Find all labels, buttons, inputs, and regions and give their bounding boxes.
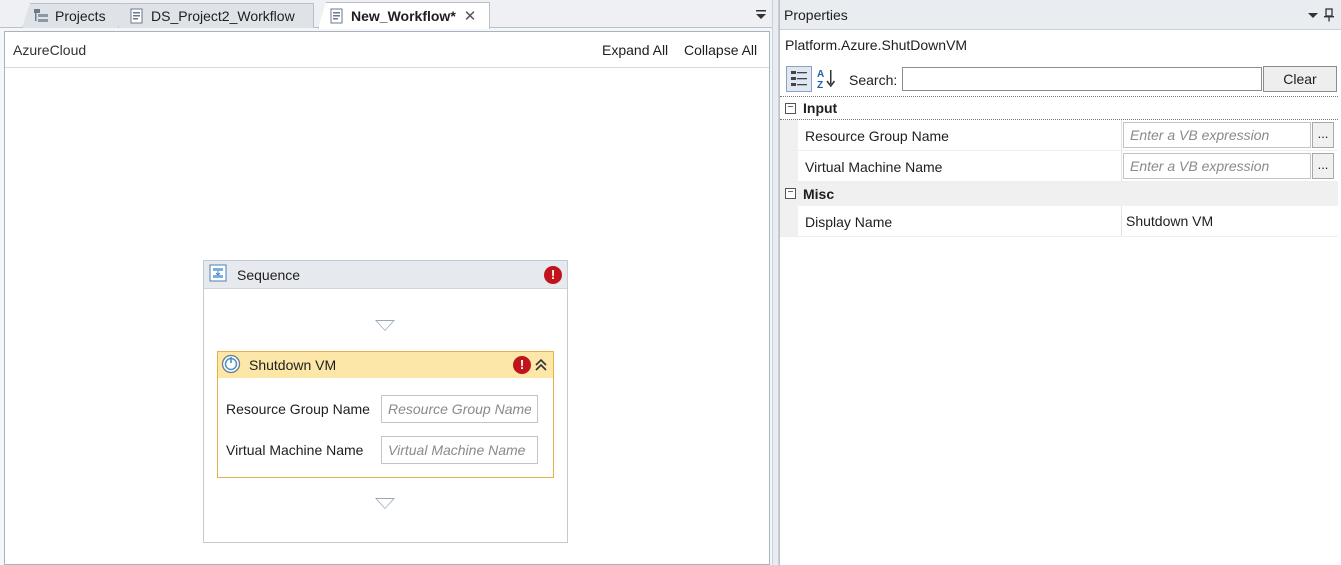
resource-group-input[interactable]: [381, 395, 538, 423]
svg-text:A: A: [817, 69, 824, 80]
shutdown-vm-activity[interactable]: Shutdown VM ! Resource Group Name Virtua…: [217, 351, 554, 478]
virtual-machine-label: Virtual Machine Name: [226, 442, 364, 458]
search-input[interactable]: [902, 67, 1262, 91]
virtual-machine-expression-input[interactable]: [1123, 153, 1311, 179]
tab-label: DS_Project2_Workflow: [151, 8, 295, 24]
sequence-icon: [209, 264, 227, 285]
property-name: Display Name: [805, 214, 893, 230]
tab-label: Projects: [55, 8, 106, 24]
search-label: Search:: [849, 72, 898, 88]
collapse-minus-icon[interactable]: −: [785, 188, 796, 199]
property-name: Resource Group Name: [805, 128, 949, 144]
close-icon[interactable]: ✕: [464, 7, 477, 25]
category-misc[interactable]: − Misc: [780, 182, 1338, 206]
sequence-title: Sequence: [237, 266, 301, 283]
document-tabstrip: Projects DS_Project2_Workflow New_Workfl…: [0, 0, 775, 29]
resource-group-label: Resource Group Name: [226, 401, 370, 417]
power-icon: [221, 354, 241, 377]
pane-splitter[interactable]: [772, 0, 779, 565]
error-icon[interactable]: !: [544, 266, 562, 284]
property-grid: − Input Resource Group Name ... Virtual …: [780, 96, 1338, 237]
drop-target-arrow-icon[interactable]: [375, 320, 395, 331]
tab-overflow-menu-icon[interactable]: [754, 7, 768, 21]
expression-editor-button[interactable]: ...: [1312, 153, 1334, 179]
category-label: Input: [803, 100, 838, 116]
collapse-minus-icon[interactable]: −: [785, 103, 796, 114]
resource-group-expression-input[interactable]: [1123, 122, 1311, 148]
properties-title: Properties: [784, 7, 848, 23]
activity-title: Shutdown VM: [249, 357, 337, 373]
svg-text:Z: Z: [817, 80, 823, 90]
sequence-activity[interactable]: Sequence ! Shutdown VM ! Resource Group …: [203, 260, 568, 543]
properties-toolbar: AZ Search: Clear: [784, 65, 1338, 93]
category-label: Misc: [803, 186, 835, 202]
property-row-resource-group: Resource Group Name ...: [780, 120, 1338, 151]
error-icon[interactable]: !: [513, 356, 531, 374]
selected-activity-type: Platform.Azure.ShutDownVM: [785, 37, 968, 53]
virtual-machine-row: Virtual Machine Name: [226, 436, 546, 464]
property-row-virtual-machine: Virtual Machine Name ...: [780, 151, 1338, 182]
drop-target-arrow-icon[interactable]: [375, 498, 395, 509]
display-name-value[interactable]: Shutdown VM: [1126, 213, 1213, 229]
properties-pane: Properties Platform.Azure.ShutDownVM AZ …: [779, 0, 1341, 565]
pin-icon[interactable]: [1323, 8, 1335, 22]
collapse-all-button[interactable]: Collapse All: [684, 42, 757, 58]
workflow-doc-icon: [129, 8, 145, 24]
alphabetical-sort-icon[interactable]: AZ: [814, 66, 840, 92]
tab-projects[interactable]: Projects: [22, 3, 126, 28]
collapse-chevron-up-icon[interactable]: [534, 357, 548, 376]
designer-toolbar: AzureCloud Expand All Collapse All: [5, 32, 769, 68]
property-name: Virtual Machine Name: [805, 159, 943, 175]
properties-titlebar: Properties: [780, 0, 1341, 30]
expand-all-button[interactable]: Expand All: [602, 42, 668, 58]
property-row-display-name: Display Name Shutdown VM: [780, 206, 1338, 237]
resource-group-row: Resource Group Name: [226, 395, 546, 423]
workflow-doc-icon: [329, 8, 345, 24]
workflow-designer-window: Projects DS_Project2_Workflow New_Workfl…: [0, 0, 1341, 565]
clear-button[interactable]: Clear: [1263, 66, 1337, 92]
activity-header: Shutdown VM !: [218, 352, 553, 378]
dropdown-arrow-icon[interactable]: [1307, 8, 1319, 22]
workflow-designer-canvas[interactable]: AzureCloud Expand All Collapse All Seque…: [4, 31, 770, 565]
tab-new-workflow[interactable]: New_Workflow* ✕: [318, 2, 490, 29]
category-input[interactable]: − Input: [780, 96, 1338, 120]
tab-label: New_Workflow*: [351, 8, 456, 24]
project-tree-icon: [33, 8, 49, 24]
categorized-view-icon[interactable]: [786, 66, 812, 92]
expression-editor-button[interactable]: ...: [1312, 122, 1334, 148]
sequence-header: Sequence: [204, 261, 567, 289]
tab-ds-project2-workflow[interactable]: DS_Project2_Workflow: [118, 3, 314, 28]
virtual-machine-input[interactable]: [381, 436, 538, 464]
breadcrumb[interactable]: AzureCloud: [13, 42, 86, 58]
